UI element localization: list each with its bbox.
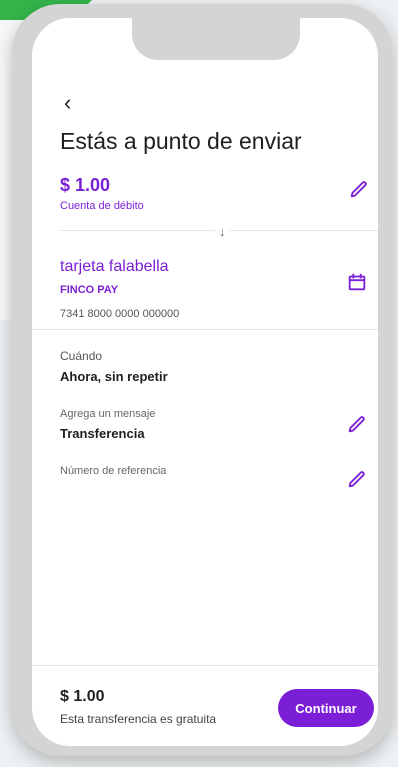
edit-amount-pencil-icon[interactable] — [348, 178, 370, 200]
arrow-down-icon: ↓ — [215, 224, 230, 239]
footer-amount: $ 1.00 — [60, 688, 105, 705]
back-button[interactable]: ‹ — [64, 90, 71, 116]
footer-note: Esta transferencia es gratuita — [60, 712, 217, 726]
section-divider — [32, 329, 378, 330]
calendar-icon[interactable] — [346, 271, 368, 293]
phone-notch — [132, 18, 300, 60]
continue-button[interactable]: Continuar — [278, 689, 374, 727]
transfer-amount: $ 1.00 — [60, 175, 111, 195]
message-label: Agrega un mensaje — [60, 408, 156, 420]
page-title: Estás a punto de enviar — [60, 128, 302, 154]
phone-screen: ‹ Estás a punto de enviar $ 1.00 Cuenta … — [32, 18, 378, 746]
source-account-type: Cuenta de débito — [60, 200, 144, 212]
edit-message-pencil-icon[interactable] — [346, 413, 368, 435]
recipient-bank: FINCO PAY — [60, 284, 119, 296]
phone-frame: ‹ Estás a punto de enviar $ 1.00 Cuenta … — [12, 4, 392, 756]
edit-reference-pencil-icon[interactable] — [346, 468, 368, 490]
message-value: Transferencia — [60, 426, 145, 441]
when-value: Ahora, sin repetir — [60, 369, 168, 384]
recipient-name: tarjeta falabella — [60, 258, 169, 275]
recipient-account-number: 7341 8000 0000 000000 — [60, 308, 180, 320]
when-label: Cuándo — [60, 349, 103, 363]
footer-divider — [32, 665, 378, 666]
reference-label: Número de referencia — [60, 465, 167, 477]
